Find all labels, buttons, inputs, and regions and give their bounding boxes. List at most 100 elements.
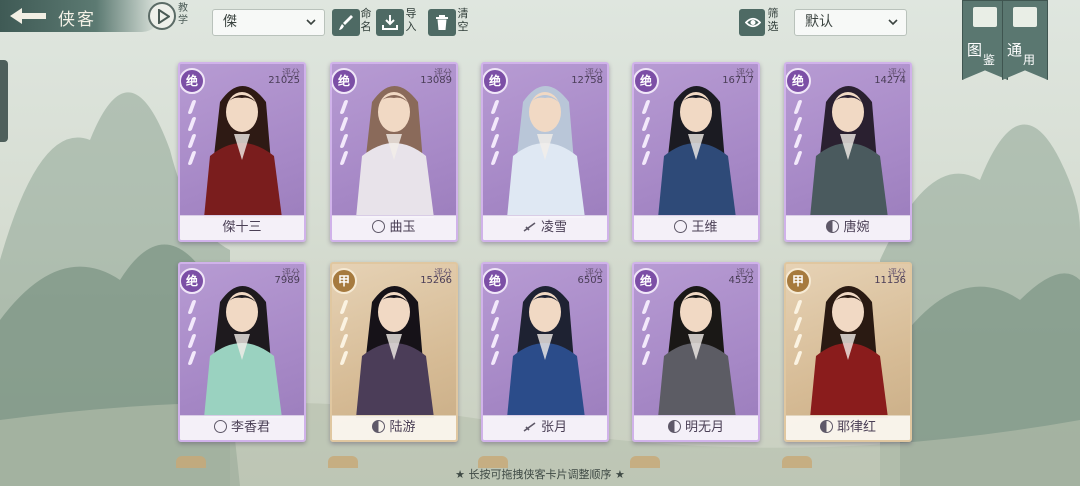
score-value: 4532 bbox=[728, 275, 754, 286]
star-marks bbox=[489, 298, 503, 368]
play-icon bbox=[158, 9, 170, 24]
sword-icon bbox=[523, 222, 536, 232]
trash-icon bbox=[436, 15, 448, 30]
rename-button[interactable] bbox=[332, 9, 360, 36]
hero-name-bar: 唐婉 bbox=[786, 215, 910, 240]
codex-label-1: 图 bbox=[967, 41, 983, 59]
back-arrow-icon bbox=[10, 8, 46, 24]
rank-badge: 甲 bbox=[786, 268, 811, 294]
rank-badge: 绝 bbox=[634, 68, 659, 94]
hero-card[interactable]: 绝 评分 4532 明无月 bbox=[632, 262, 760, 442]
hero-name: 耶律红 bbox=[836, 420, 876, 435]
star-marks bbox=[792, 298, 806, 368]
hero-name: 唐婉 bbox=[843, 220, 870, 235]
sword-icon bbox=[523, 422, 536, 432]
rank-badge: 绝 bbox=[332, 68, 357, 94]
star-marks bbox=[489, 98, 503, 168]
rank-badge: 绝 bbox=[180, 268, 205, 294]
hero-name: 曲玉 bbox=[389, 220, 416, 235]
score-value: 14274 bbox=[874, 75, 906, 86]
hero-name-bar: 耶律红 bbox=[786, 415, 910, 440]
side-drawer-handle[interactable] bbox=[0, 60, 8, 142]
score-value: 11136 bbox=[874, 275, 906, 286]
rank-badge: 绝 bbox=[483, 268, 508, 294]
score-value: 15266 bbox=[420, 275, 452, 286]
hero-card[interactable]: 绝 评分 6505 张月 bbox=[481, 262, 609, 442]
hero-name: 陆游 bbox=[389, 420, 416, 435]
hero-name: 凌雪 bbox=[540, 220, 567, 235]
page-title: 侠客 bbox=[58, 10, 96, 30]
lotus-icon bbox=[372, 220, 386, 233]
general-label-2: 用 bbox=[1023, 53, 1036, 67]
clear-button[interactable] bbox=[428, 9, 456, 36]
score-value: 7989 bbox=[274, 275, 300, 286]
top-bar: 侠客 教学 傑 命名 导入 清空 筛选 默认 图 鉴 通 用 bbox=[0, 0, 1080, 80]
download-icon bbox=[382, 15, 398, 30]
book-icon bbox=[973, 7, 997, 27]
sort-value: 默认 bbox=[805, 14, 833, 30]
rename-label: 命名 bbox=[360, 7, 372, 33]
general-tab[interactable]: 通 用 bbox=[1002, 0, 1048, 80]
lotus-icon bbox=[213, 420, 227, 433]
star-marks bbox=[640, 98, 654, 168]
hero-card[interactable]: 绝 评分 21025 傑十三 bbox=[178, 62, 306, 242]
sort-select[interactable]: 默认 bbox=[794, 9, 907, 36]
rank-badge: 绝 bbox=[483, 68, 508, 94]
star-marks bbox=[338, 98, 352, 168]
hero-card[interactable]: 甲 评分 11136 耶律红 bbox=[784, 262, 912, 442]
score-value: 16717 bbox=[722, 75, 754, 86]
hero-name-bar: 张月 bbox=[483, 415, 607, 440]
tutorial-button[interactable] bbox=[148, 2, 176, 30]
score-value: 21025 bbox=[268, 75, 300, 86]
score-value: 12758 bbox=[571, 75, 603, 86]
hero-filter-value: 傑 bbox=[223, 14, 237, 30]
lotus-icon bbox=[674, 220, 688, 233]
hero-name-bar: 傑十三 bbox=[180, 215, 304, 240]
hero-filter-select[interactable]: 傑 bbox=[212, 9, 325, 36]
yinyang-icon bbox=[372, 420, 386, 433]
chevron-down-icon bbox=[306, 19, 316, 26]
chevron-down-icon bbox=[888, 19, 898, 26]
star-marks bbox=[338, 298, 352, 368]
score-value: 6505 bbox=[577, 275, 603, 286]
hero-name-bar: 李香君 bbox=[180, 415, 304, 440]
back-button[interactable]: 侠客 bbox=[0, 0, 160, 32]
hero-card[interactable]: 绝 评分 12758 凌雪 bbox=[481, 62, 609, 242]
import-label: 导入 bbox=[405, 7, 417, 33]
star-marks bbox=[792, 98, 806, 168]
hero-card[interactable]: 绝 评分 16717 王维 bbox=[632, 62, 760, 242]
hero-card[interactable]: 绝 评分 13089 曲玉 bbox=[330, 62, 458, 242]
star-marks bbox=[186, 98, 200, 168]
hero-name-bar: 明无月 bbox=[634, 415, 758, 440]
screen-button[interactable] bbox=[739, 9, 765, 36]
hero-name-bar: 曲玉 bbox=[332, 215, 456, 240]
hero-name-bar: 凌雪 bbox=[483, 215, 607, 240]
tutorial-label: 教学 bbox=[178, 3, 188, 26]
yinyang-icon bbox=[826, 220, 840, 233]
hero-name: 明无月 bbox=[684, 420, 724, 435]
clear-label: 清空 bbox=[457, 7, 469, 33]
rank-badge: 绝 bbox=[634, 268, 659, 294]
yinyang-icon bbox=[819, 420, 833, 433]
hero-card[interactable]: 绝 评分 14274 唐婉 bbox=[784, 62, 912, 242]
book-icon bbox=[1013, 7, 1037, 27]
brush-icon bbox=[339, 15, 353, 30]
rank-badge: 绝 bbox=[786, 68, 811, 94]
hero-card[interactable]: 甲 评分 15266 陆游 bbox=[330, 262, 458, 442]
hero-name: 王维 bbox=[691, 220, 718, 235]
hero-name: 李香君 bbox=[230, 420, 270, 435]
star-marks bbox=[640, 298, 654, 368]
import-button[interactable] bbox=[376, 9, 404, 36]
codex-label-2: 鉴 bbox=[983, 53, 996, 67]
drag-hint: ★ 长按可拖拽侠客卡片调整顺序 ★ bbox=[455, 468, 625, 481]
hero-name-bar: 陆游 bbox=[332, 415, 456, 440]
rank-badge: 甲 bbox=[332, 268, 357, 294]
hero-card[interactable]: 绝 评分 7989 李香君 bbox=[178, 262, 306, 442]
star-marks bbox=[186, 298, 200, 368]
rank-badge: 绝 bbox=[180, 68, 205, 94]
hero-name-bar: 王维 bbox=[634, 215, 758, 240]
general-label-1: 通 bbox=[1007, 41, 1023, 59]
score-value: 13089 bbox=[420, 75, 452, 86]
codex-tab[interactable]: 图 鉴 bbox=[962, 0, 1008, 80]
hero-name: 傑十三 bbox=[222, 220, 262, 235]
